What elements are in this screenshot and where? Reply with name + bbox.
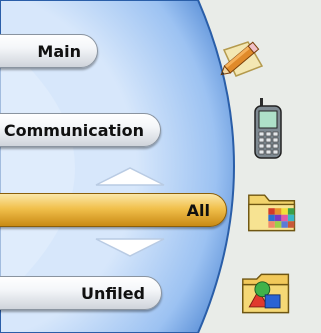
category-main-button[interactable]: Main (0, 34, 98, 68)
category-folder-button[interactable] (246, 184, 300, 238)
unfiled-folder-button[interactable] (240, 266, 294, 320)
category-all-label: All (186, 200, 210, 220)
phone-app-button[interactable] (241, 98, 295, 159)
category-communication-label: Communication (3, 120, 144, 140)
folder-icon (248, 194, 296, 232)
memo-app-button[interactable] (216, 30, 270, 84)
mobile-phone-icon (254, 98, 282, 159)
category-unfiled-label: Unfiled (80, 283, 145, 303)
category-main-label: Main (37, 41, 81, 61)
scroll-down-arrow[interactable] (94, 237, 166, 259)
category-unfiled-button[interactable]: Unfiled (0, 276, 162, 310)
scroll-up-arrow[interactable] (94, 165, 166, 187)
pencil-note-icon (220, 41, 264, 77)
category-all-button[interactable]: All (0, 193, 227, 227)
shapes-folder-icon (242, 273, 290, 314)
launcher-screen: Main Communication All Unfiled (0, 0, 321, 333)
category-communication-button[interactable]: Communication (0, 113, 161, 147)
